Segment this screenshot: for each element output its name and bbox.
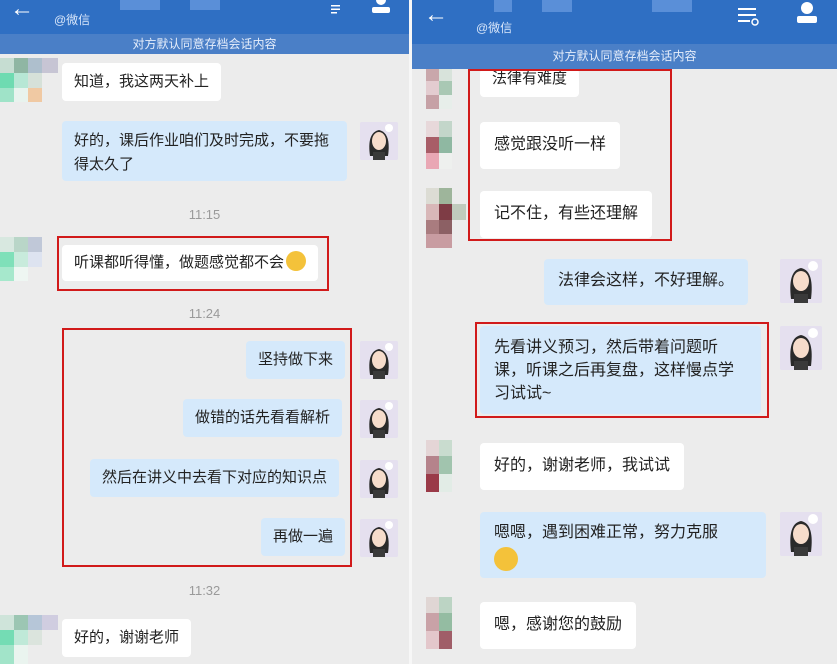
teacher-avatar[interactable] <box>780 259 822 303</box>
message-text: 嗯，感谢您的鼓励 <box>494 616 623 633</box>
customer-avatar[interactable] <box>0 615 58 664</box>
teacher-avatar[interactable] <box>360 122 398 160</box>
right-chat-screenshot: ← @微信 对方默认同意存档会话内容 法律有难度 感觉跟没听一样 记不住，有些还… <box>412 0 837 664</box>
blurred-title <box>542 0 572 12</box>
teacher-avatar[interactable] <box>780 326 822 370</box>
message-text: 好的，谢谢老师，我试试 <box>494 457 671 474</box>
blurred-title <box>190 0 220 10</box>
customer-avatar[interactable] <box>0 58 58 102</box>
blurred-title <box>120 0 160 10</box>
message-bubble-incoming[interactable]: 嗯，感谢您的鼓励 <box>480 602 637 649</box>
customer-avatar[interactable] <box>426 69 464 109</box>
archive-notice: 对方默认同意存档会话内容 <box>412 44 837 69</box>
teacher-avatar[interactable] <box>360 519 398 557</box>
highlight-box <box>468 69 672 241</box>
customer-avatar[interactable] <box>426 597 466 649</box>
menu-icon[interactable] <box>330 2 342 18</box>
back-arrow-icon[interactable]: ← <box>424 0 448 30</box>
chat-subtitle: @微信 <box>54 13 91 27</box>
back-arrow-icon[interactable]: ← <box>10 0 34 24</box>
left-chat-screenshot: ← @微信 对方默认同意存档会话内容 知道，我这两天补上 好的，课后作业咱们及时… <box>0 0 409 664</box>
message-text: 好的，谢谢老师 <box>74 629 180 646</box>
message-text: 知道，我这两天补上 <box>74 73 210 90</box>
teacher-avatar[interactable] <box>360 400 398 438</box>
message-bubble-outgoing[interactable]: 好的，课后作业咱们及时完成，不要拖得太久了 <box>62 121 347 181</box>
customer-avatar[interactable] <box>426 188 466 248</box>
contact-icon[interactable] <box>795 2 819 29</box>
highlight-box <box>62 328 352 567</box>
message-bubble-incoming[interactable]: 知道，我这两天补上 <box>62 63 222 101</box>
message-text: 嗯嗯，遇到困难正常，努力克服 <box>494 524 719 541</box>
message-bubble-incoming[interactable]: 好的，谢谢老师，我试试 <box>480 443 685 490</box>
timestamp: 11:24 <box>188 306 221 321</box>
archive-notice: 对方默认同意存档会话内容 <box>0 34 409 54</box>
message-text: 好的，课后作业咱们及时完成，不要拖得太久了 <box>74 132 330 173</box>
chat-header: ← @微信 <box>412 0 837 44</box>
timestamp: 11:15 <box>188 207 221 222</box>
message-bubble-incoming[interactable]: 好的，谢谢老师 <box>62 619 192 657</box>
highlight-box <box>57 236 329 291</box>
customer-avatar[interactable] <box>426 121 466 169</box>
chat-subtitle: @微信 <box>476 21 513 35</box>
contact-icon[interactable] <box>370 0 392 19</box>
message-bubble-outgoing[interactable]: 法律会这样，不好理解。 <box>544 259 749 305</box>
teacher-avatar[interactable] <box>360 341 398 379</box>
chat-header: ← @微信 <box>0 0 409 34</box>
teacher-avatar[interactable] <box>360 460 398 498</box>
customer-avatar[interactable] <box>426 440 466 492</box>
message-text: 法律会这样，不好理解。 <box>558 272 735 289</box>
emoji-icon <box>494 547 518 571</box>
highlight-box <box>475 322 769 418</box>
blurred-title <box>652 0 692 12</box>
customer-avatar[interactable] <box>0 237 54 281</box>
menu-icon[interactable] <box>738 6 760 31</box>
teacher-avatar[interactable] <box>780 512 822 556</box>
blurred-title <box>494 0 512 12</box>
timestamp: 11:32 <box>188 583 221 598</box>
message-bubble-outgoing[interactable]: 嗯嗯，遇到困难正常，努力克服 <box>480 512 766 578</box>
